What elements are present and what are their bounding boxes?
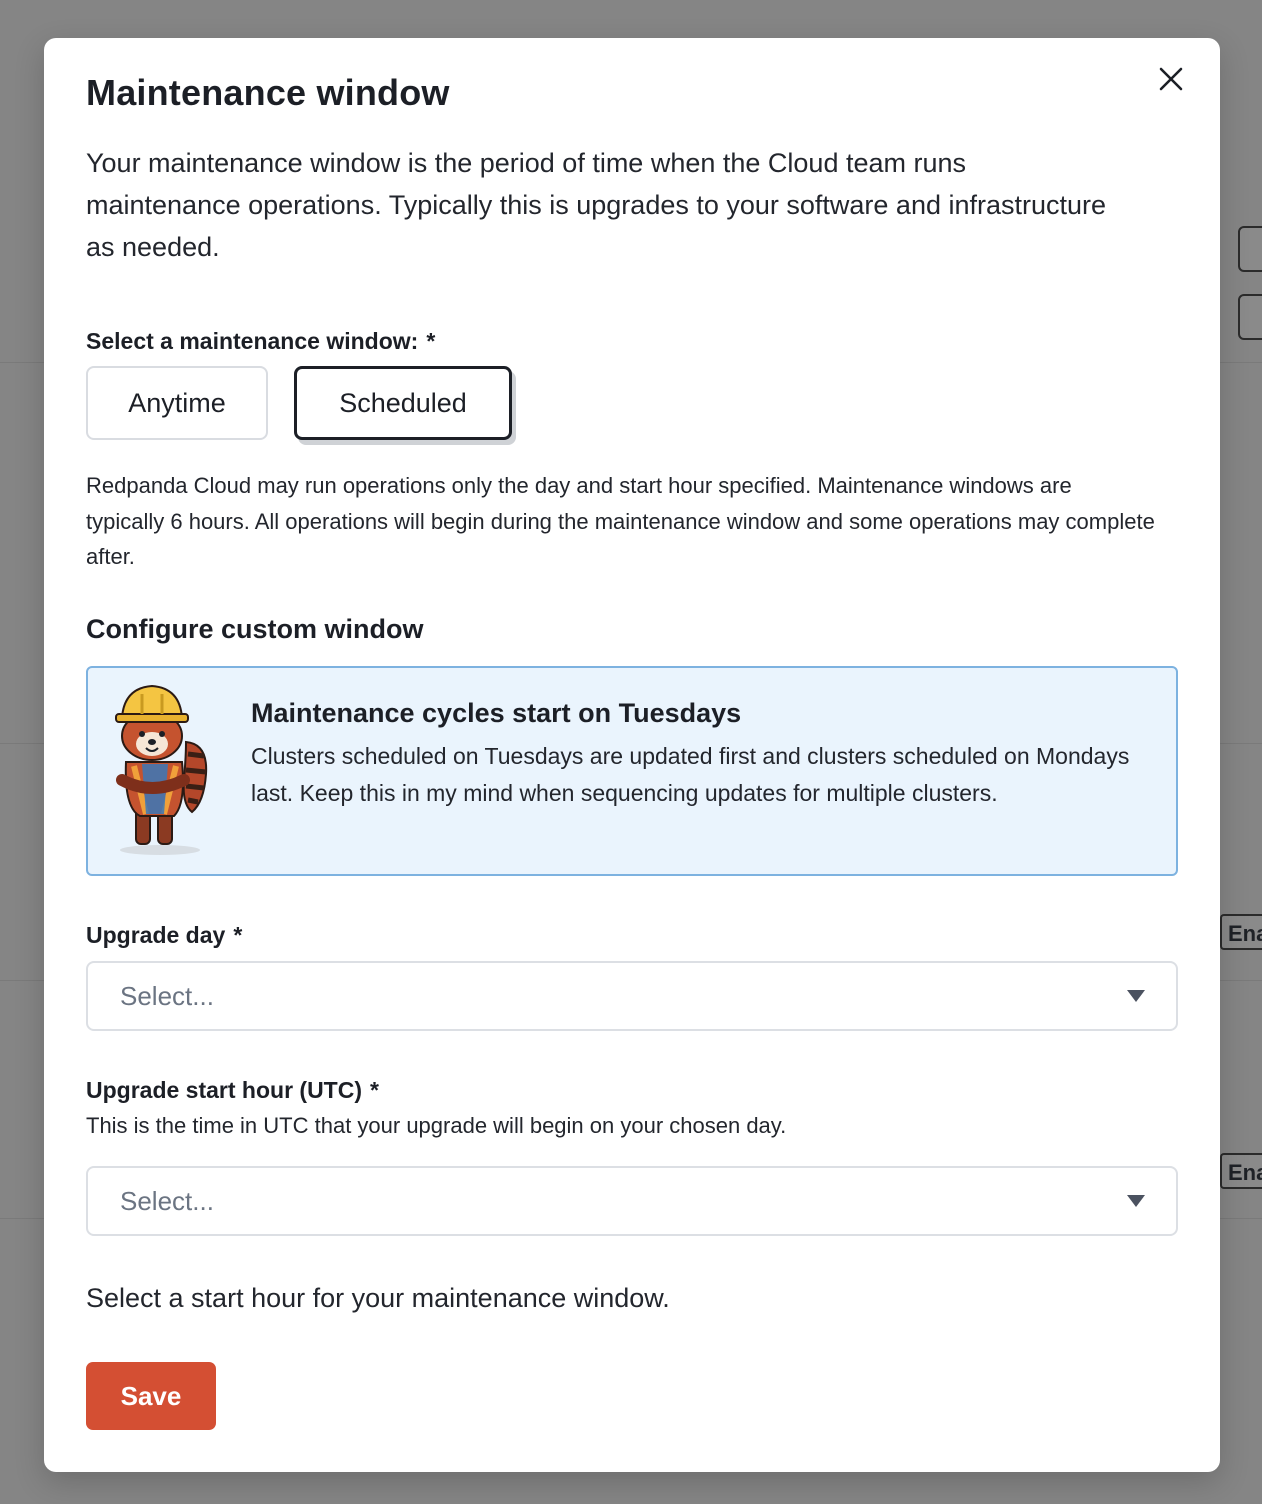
maintenance-window-modal: Maintenance window Your maintenance wind… xyxy=(44,38,1220,1472)
validation-message: Select a start hour for your maintenance… xyxy=(86,1283,670,1313)
modal-intro: Your maintenance window is the period of… xyxy=(86,148,1107,262)
required-mark: * xyxy=(233,922,243,948)
info-body: Clusters scheduled on Tuesdays are updat… xyxy=(251,743,1130,806)
upgrade-hour-label-text: Upgrade start hour (UTC) xyxy=(86,1077,362,1103)
bg-button xyxy=(1238,226,1262,272)
upgrade-day-label-text: Upgrade day xyxy=(86,922,226,948)
bg-status-tag: Ena xyxy=(1220,1153,1262,1189)
required-mark: * xyxy=(370,1077,379,1103)
save-button[interactable]: Save xyxy=(86,1362,216,1430)
modal-title: Maintenance window xyxy=(86,72,450,113)
red-panda-mascot-icon xyxy=(115,684,208,855)
info-title: Maintenance cycles start on Tuesdays xyxy=(251,698,742,728)
option-anytime[interactable]: Anytime xyxy=(86,366,268,440)
upgrade-day-placeholder: Select... xyxy=(120,981,214,1011)
upgrade-hour-placeholder: Select... xyxy=(120,1186,214,1216)
upgrade-hour-label: Upgrade start hour (UTC) * xyxy=(86,1077,379,1104)
section-title: Configure custom window xyxy=(86,614,424,644)
scheduled-helper-text: Redpanda Cloud may run operations only t… xyxy=(86,473,1155,569)
info-callout: Maintenance cycles start on Tuesdays Clu… xyxy=(86,666,1178,876)
window-select-label: Select a maintenance window: * xyxy=(86,328,435,355)
upgrade-hour-help: This is the time in UTC that your upgrad… xyxy=(86,1113,787,1138)
option-scheduled[interactable]: Scheduled xyxy=(294,366,512,440)
upgrade-day-select[interactable]: Select... xyxy=(86,961,1178,1031)
upgrade-hour-select[interactable]: Select... xyxy=(86,1166,1178,1236)
close-icon xyxy=(1159,67,1183,91)
bg-button xyxy=(1238,294,1262,340)
close-button[interactable] xyxy=(1156,64,1186,94)
caret-down-icon xyxy=(1127,990,1145,1002)
upgrade-day-label: Upgrade day * xyxy=(86,922,242,949)
window-select-label-text: Select a maintenance window: xyxy=(86,328,419,354)
required-mark: * xyxy=(426,328,436,354)
caret-down-icon xyxy=(1127,1195,1145,1207)
bg-status-tag: Ena xyxy=(1220,914,1262,950)
